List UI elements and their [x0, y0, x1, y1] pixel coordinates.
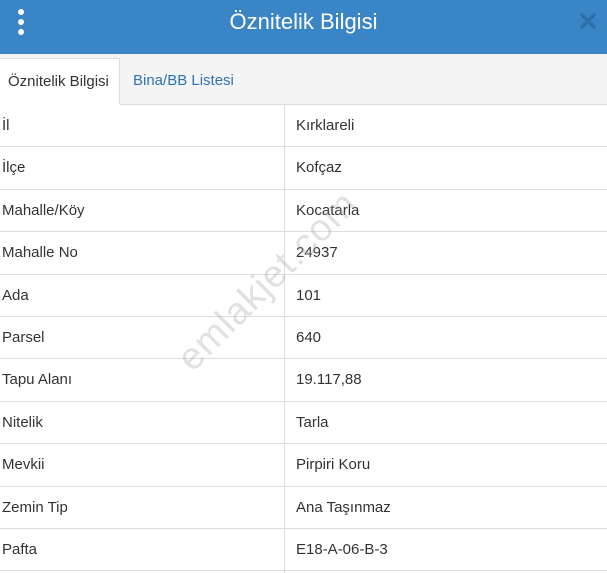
attribute-key: İlçe: [2, 159, 26, 177]
attribute-key: Nitelik: [2, 413, 43, 431]
table-row: Nitelik Tarla: [0, 402, 607, 445]
table-row: Tapu Alanı 19.117,88: [0, 359, 607, 402]
attribute-value: 640: [296, 328, 322, 346]
table-row: Mevkii Pirpiri Koru: [0, 444, 607, 487]
attribute-value: 101: [296, 286, 322, 304]
attribute-key: Pafta: [2, 540, 38, 558]
table-row: İlçe Kofçaz: [0, 147, 607, 190]
attribute-value: 19.117,88: [296, 371, 362, 389]
panel-header: Öznitelik Bilgisi: [0, 0, 607, 54]
tab-bar: Öznitelik Bilgisi Bina/BB Listesi: [0, 54, 607, 105]
attribute-key: İl: [2, 117, 10, 134]
attribute-key: Zemin Tip: [2, 498, 68, 516]
attribute-key: Mevkii: [2, 456, 45, 474]
attribute-value: Kırklareli: [296, 117, 355, 134]
table-row: Pafta E18-A-06-B-3: [0, 529, 607, 572]
attribute-value: Pirpiri Koru: [296, 456, 371, 474]
table-row: Zemin Tip Ana Taşınmaz: [0, 487, 607, 529]
attribute-key: Mahalle No: [2, 244, 78, 262]
attribute-value: Ana Taşınmaz: [296, 498, 391, 516]
attribute-key: Parsel: [2, 328, 45, 346]
attribute-key: Ada: [2, 286, 29, 304]
tab-attribute-info[interactable]: Öznitelik Bilgisi: [0, 58, 120, 105]
table-row: İl Kırklareli: [0, 105, 607, 148]
attribute-value: E18-A-06-B-3: [296, 540, 388, 558]
attribute-key: Mahalle/Köy: [2, 201, 85, 219]
attribute-value: Tarla: [296, 413, 329, 431]
tab-building-list[interactable]: Bina/BB Listesi: [125, 58, 242, 105]
table-row: Ada 101: [0, 275, 607, 317]
close-icon[interactable]: [579, 9, 597, 33]
attribute-table: İl Kırklareli İlçe Kofçaz Mahalle/Köy Ko…: [0, 105, 607, 572]
attribute-key: Tapu Alanı: [2, 371, 73, 389]
panel-title: Öznitelik Bilgisi: [229, 9, 378, 34]
table-row: Parsel 640: [0, 317, 607, 360]
